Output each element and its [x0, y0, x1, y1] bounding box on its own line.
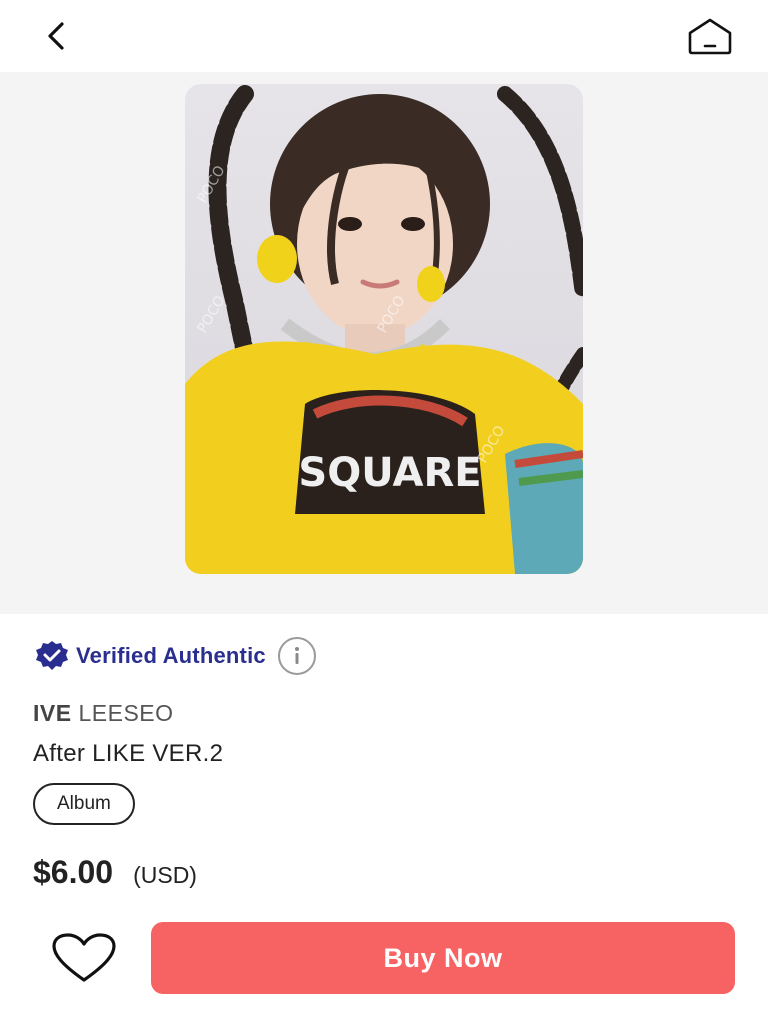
heart-icon: [52, 933, 116, 982]
product-title: After LIKE VER.2: [33, 740, 224, 767]
top-nav-bar: [0, 0, 768, 72]
verified-label: Verified Authentic: [76, 643, 266, 668]
member-name: LEESEO: [78, 700, 174, 726]
price: $6.00 (USD): [33, 854, 197, 891]
price-value: $6.00: [33, 854, 114, 890]
category-chip[interactable]: Album: [33, 783, 135, 825]
verified-badge-icon: [36, 641, 68, 670]
back-button[interactable]: [36, 14, 76, 58]
product-gallery: SQUARE POCO POCO POCO POCO: [0, 72, 768, 614]
home-icon: [688, 18, 732, 55]
info-button[interactable]: [277, 637, 316, 675]
shirt-graphic-text: SQUARE: [298, 450, 481, 496]
product-info: Verified Authentic IVE LEESEO After LIKE…: [0, 614, 768, 1024]
buy-now-button[interactable]: Buy Now: [151, 922, 735, 994]
artist-name: IVE LEESEO: [33, 700, 174, 727]
info-icon: [294, 647, 299, 664]
chevron-left-icon: [48, 22, 64, 50]
verified-badge: Verified Authentic: [34, 637, 316, 675]
home-button[interactable]: [684, 14, 736, 58]
product-image[interactable]: SQUARE POCO POCO POCO POCO: [185, 84, 583, 574]
price-currency: (USD): [133, 862, 197, 888]
photocard-image: SQUARE POCO POCO POCO POCO: [185, 84, 583, 574]
wishlist-button[interactable]: [48, 930, 120, 986]
group-name: IVE: [33, 700, 72, 726]
